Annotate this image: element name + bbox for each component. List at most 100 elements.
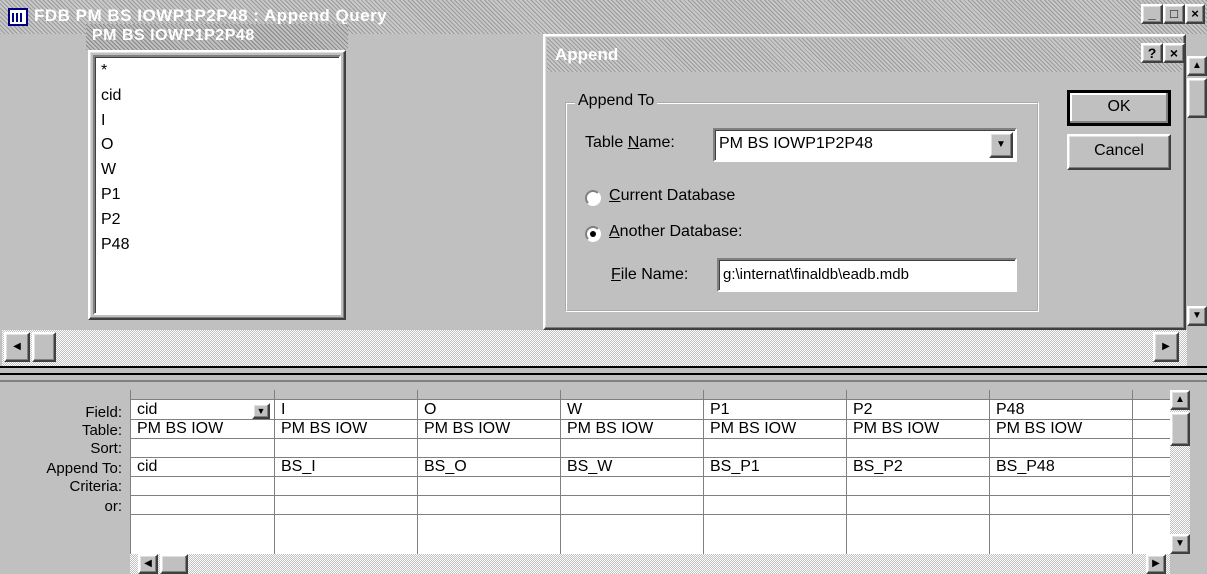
or-cell[interactable] <box>704 496 846 515</box>
scroll-down-arrow-icon[interactable]: ▼ <box>1187 306 1207 326</box>
current-database-label[interactable]: Current Database <box>609 187 735 205</box>
field-cell[interactable]: O <box>418 401 560 420</box>
column-selector[interactable] <box>1133 390 1171 400</box>
column-selector[interactable] <box>990 390 1132 400</box>
grid-column[interactable]: P2 PM BS IOW BS_P2 <box>847 390 990 554</box>
criteria-cell[interactable] <box>704 477 846 496</box>
scroll-down-arrow-icon[interactable]: ▼ <box>1170 534 1190 554</box>
table-cell[interactable]: PM BS IOW <box>704 420 846 439</box>
field-list-title-bar[interactable]: PM BS IOWP1P2P48 <box>86 24 348 50</box>
field-list-item[interactable]: P48 <box>101 233 333 258</box>
column-selector[interactable] <box>847 390 989 400</box>
field-cell[interactable]: W <box>561 401 703 420</box>
field-dropdown-arrow-icon[interactable]: ▼ <box>252 403 270 419</box>
another-database-label[interactable]: Another Database: <box>609 223 742 241</box>
scroll-up-arrow-icon[interactable]: ▲ <box>1187 56 1207 76</box>
or-cell[interactable] <box>418 496 560 515</box>
scroll-right-arrow-icon[interactable]: ▶ <box>1146 554 1166 574</box>
sort-cell[interactable] <box>131 439 274 458</box>
field-list-item[interactable]: P1 <box>101 183 333 208</box>
criteria-cell[interactable] <box>561 477 703 496</box>
field-cell[interactable]: P48 <box>990 401 1132 420</box>
field-cell[interactable]: P1 <box>704 401 846 420</box>
table-cell[interactable] <box>1133 420 1171 439</box>
scroll-up-arrow-icon[interactable]: ▲ <box>1170 390 1190 410</box>
grid-column[interactable]: P48 PM BS IOW BS_P48 <box>990 390 1133 554</box>
sort-cell[interactable] <box>847 439 989 458</box>
design-grid[interactable]: cid ▼ PM BS IOW cid I PM BS IOW BS_I O P… <box>130 390 1171 554</box>
table-cell[interactable]: PM BS IOW <box>561 420 703 439</box>
grid-column[interactable] <box>1133 390 1171 554</box>
grid-vertical-scrollbar[interactable]: ▲ ▼ <box>1170 390 1190 554</box>
scroll-thumb[interactable] <box>32 332 56 362</box>
field-list-item[interactable]: O <box>101 133 333 158</box>
grid-column[interactable]: I PM BS IOW BS_I <box>275 390 418 554</box>
append-to-cell[interactable]: BS_I <box>275 458 417 477</box>
grid-column[interactable]: O PM BS IOW BS_O <box>418 390 561 554</box>
pane-splitter[interactable] <box>0 366 1207 382</box>
dropdown-arrow-icon[interactable]: ▼ <box>989 132 1013 158</box>
field-list-item[interactable]: P2 <box>101 208 333 233</box>
criteria-cell[interactable] <box>418 477 560 496</box>
table-name-combo[interactable]: PM BS IOWP1P2P48 ▼ <box>713 128 1017 162</box>
sort-cell[interactable] <box>275 439 417 458</box>
criteria-cell[interactable] <box>1133 477 1171 496</box>
table-cell[interactable]: PM BS IOW <box>847 420 989 439</box>
or-cell[interactable] <box>990 496 1132 515</box>
column-selector[interactable] <box>704 390 846 400</box>
field-cell[interactable]: P2 <box>847 401 989 420</box>
query-window-icon[interactable] <box>8 8 28 26</box>
table-cell[interactable]: PM BS IOW <box>990 420 1132 439</box>
scroll-right-arrow-icon[interactable]: ▶ <box>1153 332 1179 362</box>
field-cell[interactable] <box>1133 401 1171 420</box>
column-selector[interactable] <box>418 390 560 400</box>
field-list-item[interactable]: cid <box>101 84 333 109</box>
dialog-title-bar[interactable]: Append <box>547 38 1182 72</box>
or-cell[interactable] <box>1133 496 1171 515</box>
append-to-cell[interactable]: BS_P1 <box>704 458 846 477</box>
or-cell[interactable] <box>561 496 703 515</box>
cancel-button[interactable]: Cancel <box>1067 134 1171 170</box>
or-cell[interactable] <box>131 496 274 515</box>
table-pane-vertical-scrollbar[interactable]: ▲ ▼ <box>1187 34 1207 330</box>
scroll-thumb[interactable] <box>160 554 188 574</box>
column-selector[interactable] <box>275 390 417 400</box>
append-to-cell[interactable]: BS_P2 <box>847 458 989 477</box>
scroll-thumb[interactable] <box>1187 78 1207 118</box>
scroll-left-arrow-icon[interactable]: ◀ <box>4 332 30 362</box>
grid-column[interactable]: cid ▼ PM BS IOW cid <box>131 390 275 554</box>
close-button[interactable]: × <box>1185 4 1205 24</box>
table-cell[interactable]: PM BS IOW <box>275 420 417 439</box>
help-button[interactable]: ? <box>1141 43 1163 63</box>
append-to-cell[interactable]: BS_W <box>561 458 703 477</box>
sort-cell[interactable] <box>561 439 703 458</box>
scroll-left-arrow-icon[interactable]: ◀ <box>138 554 158 574</box>
column-selector[interactable] <box>131 390 274 400</box>
field-cell[interactable]: I <box>275 401 417 420</box>
table-pane-horizontal-scrollbar[interactable]: ◀ ▶ <box>2 330 1187 366</box>
append-to-cell[interactable]: BS_O <box>418 458 560 477</box>
field-list-item[interactable]: W <box>101 158 333 183</box>
append-to-cell[interactable]: BS_P48 <box>990 458 1132 477</box>
field-list-item[interactable]: I <box>101 109 333 134</box>
criteria-cell[interactable] <box>275 477 417 496</box>
file-name-input[interactable]: g:\internat\finaldb\eadb.mdb <box>717 258 1017 292</box>
sort-cell[interactable] <box>704 439 846 458</box>
grid-column[interactable]: W PM BS IOW BS_W <box>561 390 704 554</box>
sort-cell[interactable] <box>418 439 560 458</box>
dialog-close-button[interactable]: × <box>1163 43 1185 63</box>
another-database-radio[interactable] <box>585 226 601 242</box>
criteria-cell[interactable] <box>847 477 989 496</box>
or-cell[interactable] <box>275 496 417 515</box>
ok-button[interactable]: OK <box>1067 90 1171 126</box>
criteria-cell[interactable] <box>131 477 274 496</box>
append-to-cell[interactable] <box>1133 458 1171 477</box>
minimize-button[interactable]: _ <box>1141 4 1163 24</box>
grid-horizontal-scrollbar[interactable]: ◀ ▶ <box>130 554 1170 574</box>
maximize-button[interactable]: □ <box>1163 4 1185 24</box>
current-database-radio[interactable] <box>585 190 601 206</box>
column-selector[interactable] <box>561 390 703 400</box>
grid-column[interactable]: P1 PM BS IOW BS_P1 <box>704 390 847 554</box>
scroll-thumb[interactable] <box>1170 412 1190 446</box>
sort-cell[interactable] <box>990 439 1132 458</box>
